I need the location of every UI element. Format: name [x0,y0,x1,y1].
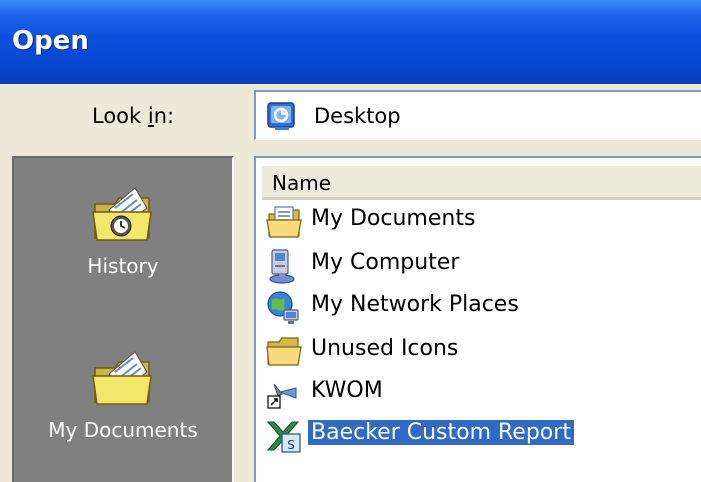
file-name: My Documents [311,206,476,231]
excel-file-icon: S [266,421,301,453]
look-in-value: Desktop [314,104,401,128]
look-in-dropdown[interactable]: Desktop [254,90,701,140]
name-column-header[interactable]: Name [262,166,701,200]
my-documents-folder-icon [92,351,152,405]
file-name: Unused Icons [311,336,459,361]
file-name: My Computer [311,250,460,275]
column-header-label: Name [272,171,332,195]
file-list[interactable]: Name My Documents My Computer My Network… [254,156,701,482]
place-label-history: History [87,254,159,278]
look-in-label: Look in: [92,104,175,128]
svg-text:S: S [287,438,295,452]
history-folder-icon [92,187,152,241]
folder-icon [266,337,302,366]
place-label-my-documents: My Documents [48,418,198,442]
window-title: Open [12,26,89,56]
file-name: KWOM [311,378,383,403]
file-name: My Network Places [311,292,519,317]
my-documents-icon [266,206,302,238]
places-bar: History My Documents [12,156,234,482]
desktop-icon [267,102,295,130]
my-computer-icon [269,249,295,284]
shortcut-icon [267,383,297,409]
title-bar[interactable]: Open [0,0,701,84]
place-my-documents[interactable]: My Documents [14,348,232,442]
network-places-icon [267,291,299,324]
file-name: Baecker Custom Report [308,420,574,445]
place-history[interactable]: History [14,184,232,278]
